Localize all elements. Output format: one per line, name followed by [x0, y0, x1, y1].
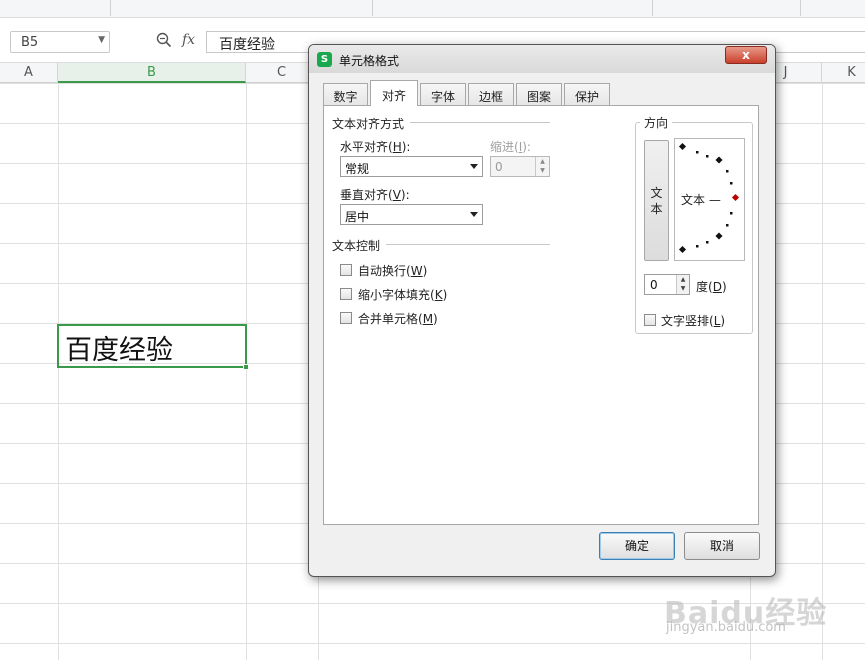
orientation-title: 方向: [640, 114, 673, 131]
watermark-url: jingyan.baidu.com: [666, 620, 786, 635]
cancel-button[interactable]: 取消: [684, 532, 760, 560]
close-button[interactable]: x: [725, 46, 767, 64]
degrees-spinner[interactable]: 0 ▲ ▼: [644, 274, 690, 295]
wrap-text-checkbox[interactable]: [340, 264, 352, 276]
dialog-titlebar[interactable]: S 单元格格式 x: [309, 45, 775, 73]
text-alignment-title: 文本对齐方式: [332, 115, 411, 132]
horizontal-align-select[interactable]: 常规: [340, 156, 483, 177]
shrink-to-fit-checkbox[interactable]: [340, 288, 352, 300]
fill-handle[interactable]: [243, 364, 249, 370]
name-box[interactable]: B5 ▼: [10, 31, 110, 53]
column-header-b[interactable]: B: [58, 63, 246, 83]
merge-cells-checkbox[interactable]: [340, 312, 352, 324]
dial-text: 文本 —: [681, 193, 721, 207]
column-header-k[interactable]: K: [822, 63, 865, 83]
orientation-dial[interactable]: 文本 —: [674, 138, 745, 261]
vertical-align-label: 垂直对齐(V):: [340, 188, 410, 202]
spin-up-icon[interactable]: ▲: [677, 275, 689, 284]
vertical-stack-label: 文字竖排(L): [661, 314, 726, 328]
tab-protection[interactable]: 保护: [564, 83, 610, 105]
baidu-watermark: Baidu经验 jingyan.baidu.com: [664, 570, 854, 640]
degrees-label: 度(D): [696, 280, 727, 294]
vertical-align-select[interactable]: 居中: [340, 204, 483, 225]
zoom-icon[interactable]: [156, 32, 172, 52]
merge-cells-label: 合并单元格(M): [358, 312, 438, 326]
indent-label: 缩进(I):: [490, 140, 531, 154]
spin-down-icon: ▼: [540, 167, 545, 174]
name-box-value: B5: [21, 35, 39, 50]
chevron-down-icon[interactable]: ▼: [98, 35, 105, 45]
ribbon-toolbar: [0, 0, 865, 18]
tab-pattern[interactable]: 图案: [516, 83, 562, 105]
shrink-to-fit-label: 缩小字体填充(K): [358, 288, 448, 302]
column-header-a[interactable]: A: [0, 63, 58, 83]
wps-app-icon: S: [317, 52, 332, 67]
ok-button[interactable]: 确定: [599, 532, 675, 560]
tab-font[interactable]: 字体: [420, 83, 466, 105]
dialog-title: 单元格格式: [339, 54, 400, 68]
tab-alignment[interactable]: 对齐: [370, 80, 418, 106]
wrap-text-label: 自动换行(W): [358, 264, 428, 278]
selected-cell-b5[interactable]: 百度经验: [57, 324, 249, 370]
spin-down-icon[interactable]: ▼: [677, 284, 689, 293]
function-icon[interactable]: fx: [182, 32, 195, 48]
indent-spinner: 0 ▲ ▼: [490, 156, 550, 177]
degrees-value: 0: [650, 278, 658, 292]
tab-number[interactable]: 数字: [323, 83, 368, 105]
chevron-down-icon: [470, 212, 478, 217]
spin-up-icon: ▲: [540, 158, 545, 165]
indent-value: 0: [495, 160, 503, 174]
chevron-down-icon: [470, 164, 478, 169]
vertical-align-value: 居中: [345, 210, 370, 224]
format-cells-dialog: S 单元格格式 x 数字 对齐 字体 边框 图案 保护 文本对齐方式 水平对齐(…: [308, 44, 776, 577]
horizontal-align-value: 常规: [345, 162, 370, 176]
cell-value: 百度经验: [65, 335, 173, 366]
horizontal-align-label: 水平对齐(H):: [340, 140, 411, 154]
vertical-text-button[interactable]: 文本: [644, 140, 669, 261]
tab-border[interactable]: 边框: [468, 83, 514, 105]
text-control-title: 文本控制: [332, 237, 387, 254]
vertical-stack-checkbox[interactable]: [644, 314, 656, 326]
alignment-panel: 文本对齐方式 水平对齐(H): 常规 缩进(I): 0 ▲ ▼ 垂直对齐(V): …: [323, 105, 759, 525]
